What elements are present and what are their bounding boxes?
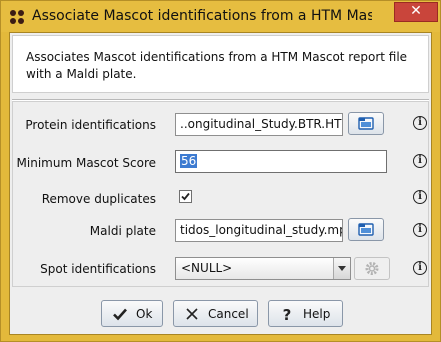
remove-duplicates-checkbox[interactable] [179,190,192,203]
duplicates-info-icon[interactable]: i [413,190,427,204]
ok-button[interactable]: Ok [101,300,163,327]
protein-identifications-field[interactable]: ..ongitudinal_Study.BTR.HTM [175,113,343,136]
spot-identifications-label: Spot identifications [40,262,156,276]
maldi-plate-field[interactable]: tidos_longitudinal_study.mpl [175,219,343,242]
app-icon [10,10,24,24]
folder-icon [358,117,374,130]
folder-icon [358,223,374,236]
window-title: Associate Mascot identifications from a … [32,8,372,24]
minimum-score-label: Minimum Mascot Score [16,156,156,170]
description-text: Associates Mascot identifications from a… [12,35,429,93]
minimum-score-value: 56 [180,154,198,168]
cancel-button[interactable]: Cancel [173,300,258,327]
close-button[interactable]: ✕ [394,2,438,22]
dropdown-arrow-icon[interactable] [333,258,350,279]
gear-icon [365,262,379,275]
score-info-icon[interactable]: i [413,154,427,168]
checkmark-icon [113,308,127,321]
checkmark-icon [181,192,190,201]
svg-text:?: ? [283,306,292,322]
dialog-content: Associates Mascot identifications from a… [9,32,432,335]
spot-identifications-value: <NULL> [181,261,233,275]
protein-identifications-label: Protein identifications [25,118,156,132]
browse-protein-button[interactable] [348,112,384,135]
parameters-panel: Protein identifications ..ongitudinal_St… [12,101,429,287]
protein-info-icon[interactable]: i [413,116,427,130]
help-button[interactable]: ? Help [268,300,343,327]
remove-duplicates-label: Remove duplicates [41,192,156,206]
question-mark-icon: ? [283,306,292,322]
minimum-score-input[interactable]: 56 [175,150,387,173]
ok-label: Ok [136,307,153,321]
title-bar[interactable]: Associate Mascot identifications from a … [1,1,440,32]
maldi-info-icon[interactable]: i [413,223,427,237]
cancel-label: Cancel [208,307,249,321]
close-icon [186,308,198,320]
spot-identifications-select[interactable]: <NULL> [175,257,351,280]
spot-settings-button[interactable] [354,257,390,280]
maldi-plate-label: Maldi plate [89,224,156,238]
dialog-window: Associate Mascot identifications from a … [0,0,441,342]
help-label: Help [303,307,331,321]
spots-info-icon[interactable]: i [413,261,427,275]
browse-maldi-button[interactable] [348,218,384,241]
